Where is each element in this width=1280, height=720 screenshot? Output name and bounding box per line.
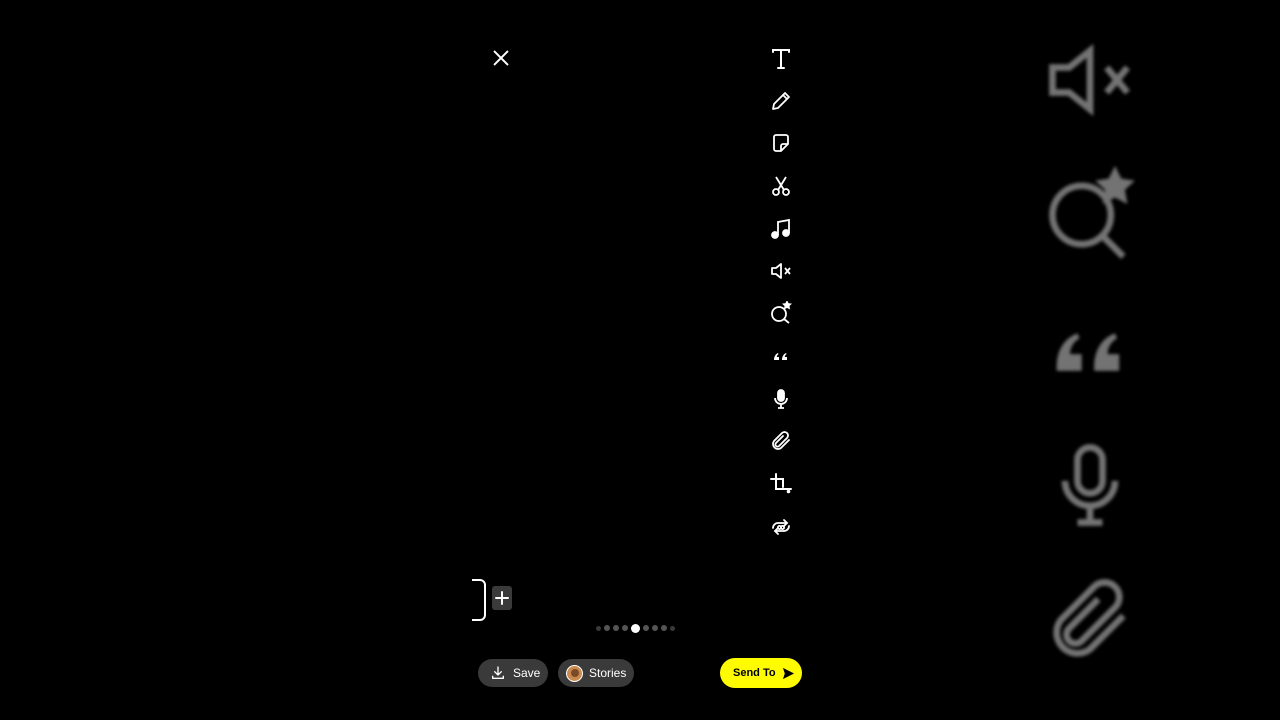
close-button[interactable] [490, 46, 512, 70]
send-to-button[interactable]: Send To [720, 658, 802, 688]
loop-tool-button[interactable] [766, 512, 796, 542]
sticker-icon [773, 134, 789, 152]
attachment-tool-button[interactable] [766, 426, 796, 456]
save-button[interactable]: Save [478, 659, 548, 687]
stories-label: Stories [589, 666, 627, 680]
page-dot-active [631, 623, 640, 633]
download-icon [492, 666, 504, 679]
page-dot [596, 625, 601, 631]
music-note-icon [771, 218, 790, 239]
scissors-icon [772, 176, 790, 196]
text-tool-button[interactable] [766, 44, 796, 74]
page-dot [670, 625, 675, 631]
add-clip-button[interactable] [492, 586, 512, 610]
sticker-tool-button[interactable] [766, 128, 796, 158]
page-dot [604, 625, 610, 631]
paperclip-icon [772, 431, 790, 450]
microphone-icon [774, 389, 788, 409]
page-dot [661, 625, 667, 631]
loop-icon [772, 519, 790, 535]
page-dot [613, 625, 619, 631]
text-icon [772, 49, 790, 69]
snap-editor-screen: Save Stories Send To [0, 0, 1280, 720]
page-dot [643, 625, 649, 631]
pencil-icon [772, 92, 790, 110]
close-icon [493, 50, 509, 66]
scissors-tool-button[interactable] [766, 171, 796, 201]
crop-icon [770, 473, 792, 494]
quote-tool-button[interactable] [766, 341, 796, 371]
plus-icon [495, 591, 509, 605]
quote-icon [1056, 333, 1120, 371]
paperclip-icon [1053, 579, 1126, 657]
lens-tool-button[interactable] [766, 298, 796, 328]
speaker-muted-icon [771, 263, 791, 279]
stories-button[interactable]: Stories [558, 659, 634, 687]
draw-tool-button[interactable] [766, 86, 796, 116]
snap-preview: Save Stories Send To [472, 0, 808, 720]
microphone-icon [1061, 444, 1119, 526]
crop-tool-button[interactable] [766, 469, 796, 499]
page-indicator [596, 623, 675, 633]
blurred-background [1040, 0, 1160, 720]
send-arrow-icon [782, 667, 794, 679]
voiceover-tool-button[interactable] [766, 384, 796, 414]
save-label: Save [513, 666, 541, 680]
page-dot [622, 625, 628, 631]
clip-tray-bracket[interactable] [472, 578, 488, 622]
avatar [566, 664, 583, 682]
music-tool-button[interactable] [766, 214, 796, 244]
quote-icon [774, 353, 787, 360]
speaker-muted-icon [1049, 43, 1131, 117]
page-dot [652, 625, 658, 631]
mute-tool-button[interactable] [766, 256, 796, 286]
send-to-label: Send To [733, 667, 776, 679]
lens-search-icon [1049, 165, 1135, 260]
lens-search-icon [771, 301, 792, 324]
